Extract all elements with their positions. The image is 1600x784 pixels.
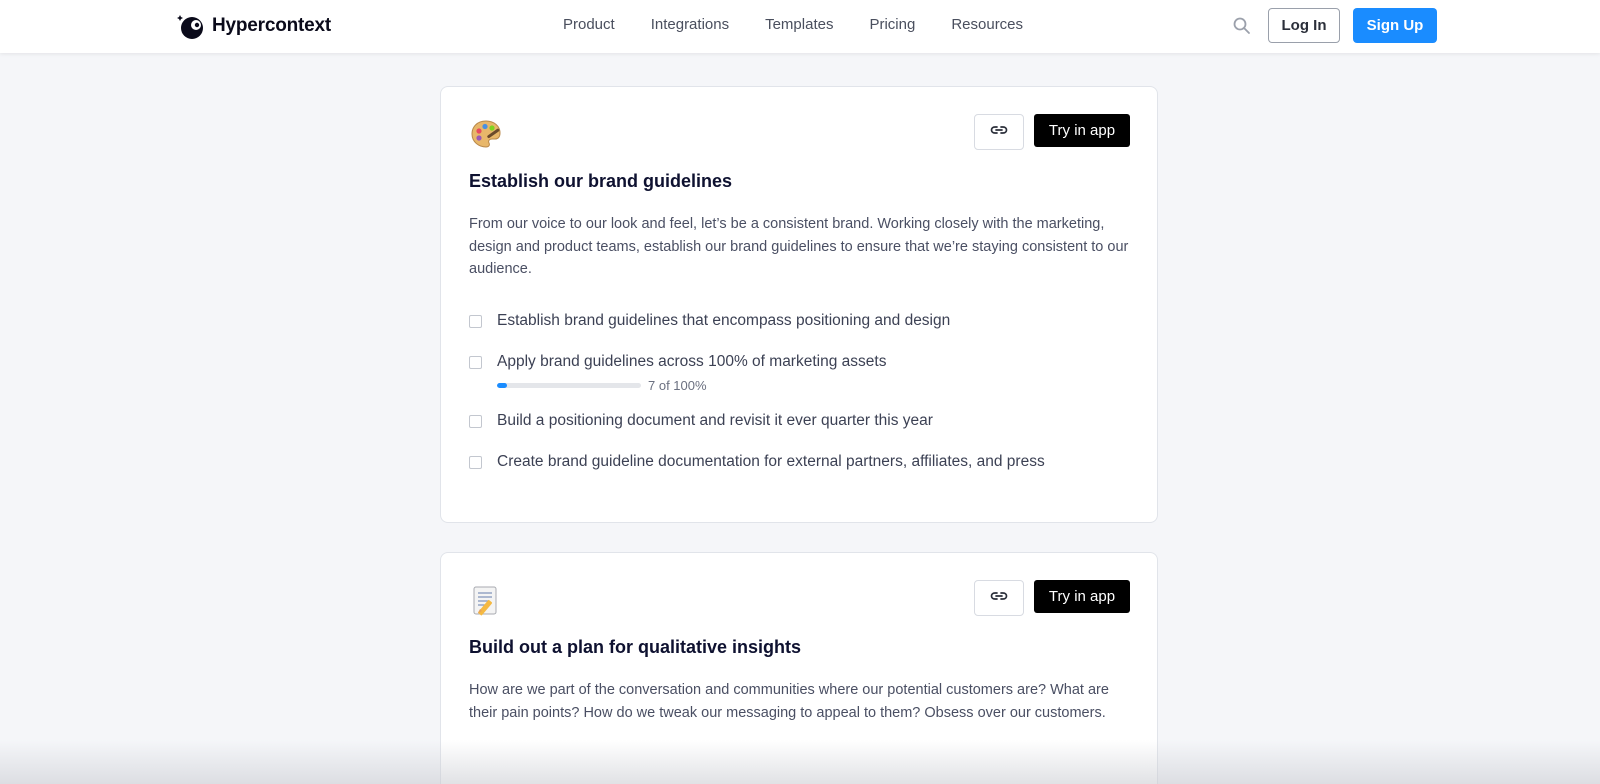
task-checkbox[interactable] bbox=[469, 455, 482, 469]
card-title: Establish our brand guidelines bbox=[469, 171, 733, 191]
try-in-app-button[interactable]: Try in app bbox=[1034, 114, 1130, 147]
nav-resources[interactable]: Resources bbox=[951, 16, 1023, 33]
main-nav: Product Integrations Templates Pricing R… bbox=[563, 16, 1059, 33]
task-checkbox[interactable] bbox=[469, 314, 482, 328]
link-icon bbox=[989, 120, 1009, 145]
task-text: Establish brand guidelines that encompas… bbox=[497, 312, 951, 329]
nav-product[interactable]: Product bbox=[563, 16, 615, 33]
task-item: Build a positioning document and revisit… bbox=[469, 410, 933, 432]
site-header: Hypercontext Product Integrations Templa… bbox=[0, 0, 1600, 53]
goal-card: Try in app Establish our brand guideline… bbox=[440, 86, 1158, 523]
task-item: Create brand guideline documentation for… bbox=[469, 451, 1045, 473]
progress-label: 7 of 100% bbox=[648, 378, 707, 393]
copy-link-button[interactable] bbox=[974, 114, 1024, 150]
card-title: Build out a plan for qualitative insight… bbox=[469, 637, 802, 657]
card-description: How are we part of the conversation and … bbox=[469, 682, 1109, 721]
memo-icon bbox=[469, 583, 503, 617]
task-checkbox[interactable] bbox=[469, 414, 482, 428]
task-text: Create brand guideline documentation for… bbox=[497, 453, 1045, 470]
task-progress: 7 of 100% bbox=[497, 378, 707, 393]
palette-icon bbox=[469, 117, 503, 151]
link-icon bbox=[989, 586, 1009, 611]
nav-templates[interactable]: Templates bbox=[765, 16, 833, 33]
task-text: Build a positioning document and revisit… bbox=[497, 412, 933, 429]
progress-fill bbox=[497, 383, 508, 388]
progress-track bbox=[497, 383, 641, 388]
logo-icon bbox=[176, 11, 206, 41]
logo[interactable]: Hypercontext bbox=[176, 10, 331, 42]
task-item: Establish brand guidelines that encompas… bbox=[469, 310, 950, 332]
signup-button[interactable]: Sign Up bbox=[1353, 8, 1437, 43]
login-button[interactable]: Log In bbox=[1268, 8, 1340, 43]
nav-integrations[interactable]: Integrations bbox=[651, 16, 729, 33]
card-description: From our voice to our look and feel, let… bbox=[469, 216, 1129, 277]
logo-text: Hypercontext bbox=[212, 15, 332, 36]
copy-link-button[interactable] bbox=[974, 580, 1024, 616]
task-checkbox[interactable] bbox=[469, 355, 482, 369]
search-icon[interactable] bbox=[1232, 16, 1252, 36]
try-in-app-button[interactable]: Try in app bbox=[1034, 580, 1130, 613]
bottom-shadow bbox=[0, 740, 1600, 784]
nav-pricing[interactable]: Pricing bbox=[869, 16, 915, 33]
task-text: Apply brand guidelines across 100% of ma… bbox=[497, 353, 887, 370]
task-item: Apply brand guidelines across 100% of ma… bbox=[469, 351, 886, 373]
